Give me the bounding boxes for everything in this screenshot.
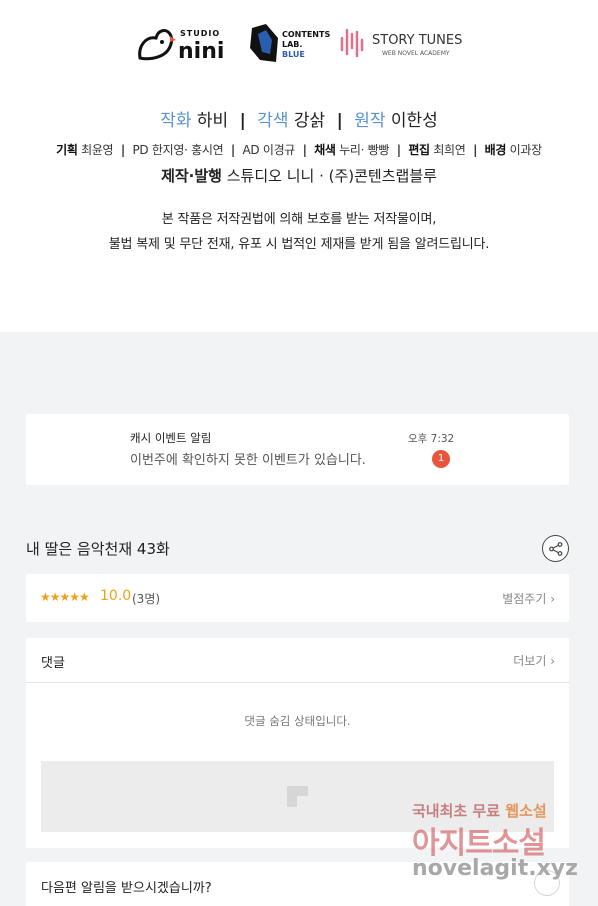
credits-section: STUDIO nini CONTENTS LAB. BLUE STORY TUN… <box>0 0 598 332</box>
contents-text: CONTENTS <box>282 30 330 39</box>
studio-text: STUDIO <box>180 29 220 38</box>
credit-main-line: 작화 하비 | 각색 강삵 | 원작 이한성 <box>0 106 598 131</box>
next-episode-question: 다음편 알림을 받으시겠습니까? <box>41 881 212 896</box>
separator: | <box>473 143 478 157</box>
separator: | <box>120 143 125 157</box>
notification-card[interactable]: 캐시 이벤트 알림 이번주에 확인하지 못한 이벤트가 있습니다. 오후 7:3… <box>26 414 569 485</box>
rating-card: ★★★★★ 10.0 (3명) 별점주기 › <box>26 574 569 622</box>
watermark: 국내최초 무료 웹소설 아지트소설 novelagit.xyz <box>410 798 582 898</box>
share-icon <box>549 542 563 556</box>
blue-text: BLUE <box>282 50 305 59</box>
role-art: 작화 <box>160 111 192 131</box>
production-label: 제작·발행 <box>161 167 222 185</box>
copyright-line-1: 본 작품은 저작권법에 의해 보호를 받는 저작물이며, <box>161 212 437 227</box>
pd-label: PD <box>132 143 149 157</box>
comments-header: 댓글 더보기 › <box>26 638 569 683</box>
rating-score: 10.0 <box>100 588 132 604</box>
copyright-line-2: 불법 복제 및 무단 전재, 유포 시 법적인 제재를 받게 됨을 알려드립니다… <box>108 237 490 252</box>
story-tunes-logo: STORY TUNES WEB NOVEL ACADEMY <box>338 20 470 68</box>
color-label: 채색 <box>314 143 336 157</box>
ad-name: 이경규 <box>262 143 296 157</box>
studio-nini-logo: STUDIO nini <box>136 20 236 68</box>
separator: | <box>302 143 307 157</box>
separator: | <box>230 143 235 157</box>
logo-row: STUDIO nini CONTENTS LAB. BLUE STORY TUN… <box>0 20 598 68</box>
plan-label: 기획 <box>56 143 78 157</box>
story-tunes-text: STORY TUNES <box>372 33 462 48</box>
watermark-circle-icon <box>534 870 560 896</box>
ad-placeholder-icon <box>287 786 308 807</box>
lab-text: LAB. <box>282 40 302 49</box>
episode-title: 내 딸은 음악천재 43화 <box>26 540 170 558</box>
role-original: 원작 <box>354 111 386 131</box>
credit-sub-line: 기획 최윤영 | PD 한지영· 홍시연 | AD 이경규 | 채색 누리· 빵… <box>0 141 598 158</box>
episode-viewer-page: STUDIO nini CONTENTS LAB. BLUE STORY TUN… <box>0 0 598 906</box>
nini-text: nini <box>178 39 224 64</box>
share-button[interactable] <box>542 535 569 562</box>
comments-title: 댓글 <box>41 656 65 671</box>
star-rating-icon: ★★★★★ <box>40 590 90 604</box>
story-sub-text: WEB NOVEL ACADEMY <box>382 50 450 57</box>
contents-lab-blue-logo: CONTENTS LAB. BLUE <box>248 20 332 68</box>
role-adapt: 각색 <box>257 111 289 131</box>
notification-message: 이번주에 확인하지 못한 이벤트가 있습니다. <box>130 453 366 468</box>
separator: | <box>396 143 401 157</box>
notification-badge: 1 <box>432 450 450 468</box>
color-name: 누리· 빵빵 <box>339 143 390 157</box>
credit-production-line: 제작·발행 스튜디오 니니 · (주)콘텐츠랩블루 <box>0 165 598 186</box>
ad-label: AD <box>242 143 260 157</box>
notification-time: 오후 7:32 <box>408 433 455 445</box>
name-original: 이한성 <box>390 111 438 131</box>
copyright-notice: 본 작품은 저작권법에 의해 보호를 받는 저작물이며, 불법 복제 및 무단 … <box>0 207 598 257</box>
separator: | <box>336 111 343 131</box>
name-adapt: 강삵 <box>293 111 326 131</box>
notification-title: 캐시 이벤트 알림 <box>130 431 212 445</box>
edit-label: 편집 <box>408 143 430 157</box>
comments-more-button[interactable]: 더보기 › <box>513 652 555 669</box>
rate-button[interactable]: 별점주기 › <box>502 590 555 607</box>
plan-name: 최윤영 <box>81 143 114 157</box>
rating-count: (3명) <box>132 592 161 606</box>
separator: | <box>239 111 246 131</box>
edit-name: 최희연 <box>433 143 466 157</box>
name-art: 하비 <box>196 111 229 131</box>
bg-label: 배경 <box>484 143 507 157</box>
production-names: 스튜디오 니니 · (주)콘텐츠랩블루 <box>226 167 437 185</box>
comments-hidden-message: 댓글 숨김 상태입니다. <box>244 714 351 728</box>
pd-name: 한지영· 홍시연 <box>151 143 224 157</box>
bg-name: 이과장 <box>509 143 543 157</box>
